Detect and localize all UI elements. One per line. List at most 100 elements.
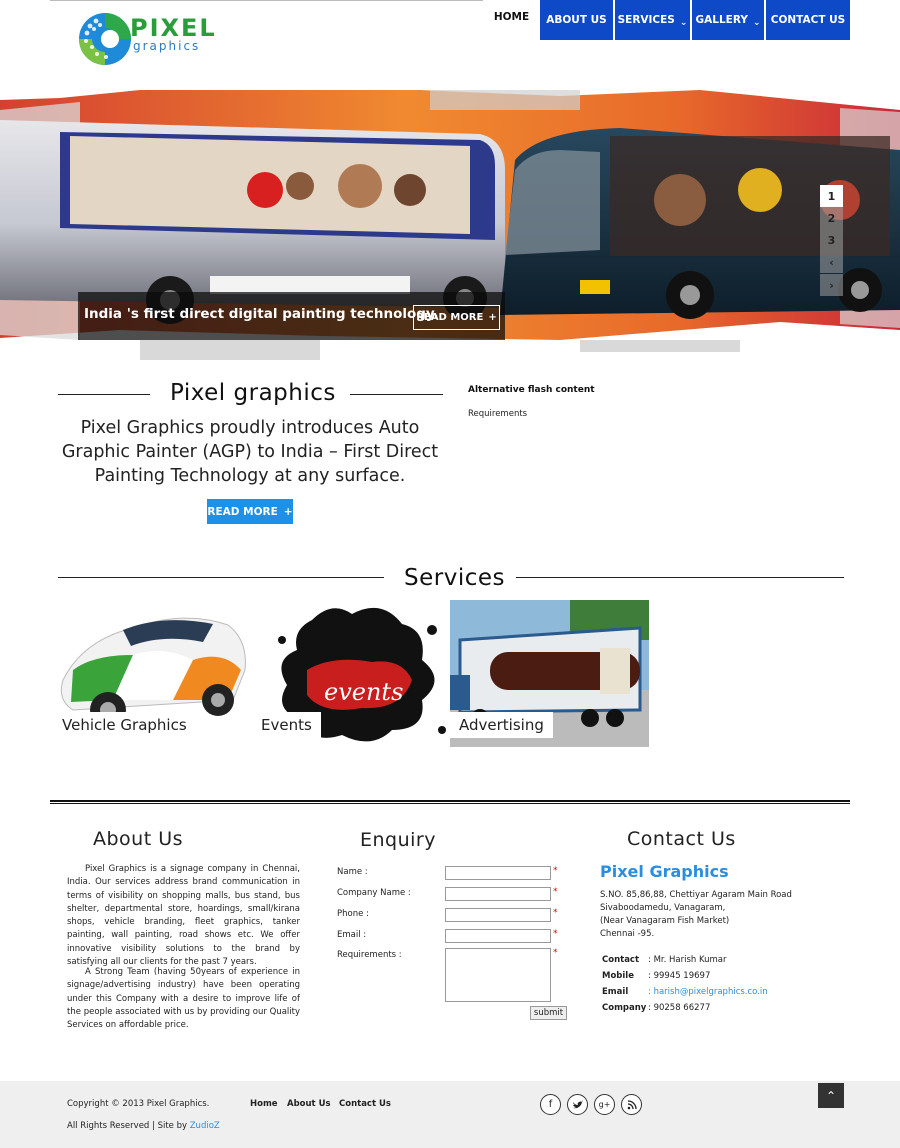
facebook-glyph: f [548,1099,553,1110]
services-title: Services [404,565,505,591]
slider-page-2[interactable]: 2 [820,207,843,229]
nav-services-label: SERVICES [617,14,675,26]
google-plus-glyph: g+ [598,1100,611,1109]
contact-row: Mobile : 99945 19697 [602,971,710,981]
services-rule-left [58,577,384,578]
slider-read-more-button[interactable]: READ MORE + [413,305,500,330]
site-by-link[interactable]: ZudioZ [190,1121,220,1131]
required-mark: * [553,929,558,939]
service-label[interactable]: Vehicle Graphics [53,712,196,738]
twitter-icon[interactable] [567,1094,588,1115]
services-rule-right [516,577,844,578]
contact-key: Contact [602,955,640,965]
chevron-down-icon: ⌄ [752,18,761,28]
slider-caption: India 's first direct digital painting t… [84,306,439,322]
contact-company-name: Pixel Graphics [600,862,729,881]
mobile-value: : 99945 19697 [648,971,711,981]
required-mark: * [553,866,558,876]
email-link[interactable]: : harish@pixelgraphics.co.in [648,987,768,997]
required-mark: * [553,948,558,958]
slider-read-more-label: READ MORE [416,312,484,323]
address-line: Chennai -95. [600,929,655,939]
intro-text: Pixel Graphics proudly introduces Auto G… [61,418,439,486]
phone-field[interactable] [445,908,551,922]
footer-bar [0,1081,900,1148]
required-mark: * [553,887,558,897]
events-image-text: events [324,678,403,706]
contact-row: Contact : Mr. Harish Kumar [602,955,727,965]
nav-home[interactable]: HOME [483,0,540,34]
company-key: Company [602,1003,647,1013]
slider-page-3[interactable]: 3 [820,229,843,251]
contact-row: Email : harish@pixelgraphics.co.in [602,987,768,997]
mobile-key: Mobile [602,971,634,981]
about-title: About Us [93,828,184,850]
about-paragraph: A Strong Team (having 50years of experie… [67,967,300,1031]
slider-page-1[interactable]: 1 [820,185,843,207]
logo-wordmark: PIXEL [130,14,217,42]
address-line: Sivaboodamedu, Vanagaram, [600,903,726,913]
rights-label: All Rights Reserved | Site by [67,1121,190,1131]
address-line: (Near Vanagaram Fish Market) [600,916,730,926]
name-field[interactable] [445,866,551,880]
plus-icon: + [488,312,497,323]
company-name-label: Company Name : [337,888,411,898]
service-label[interactable]: Advertising [450,712,553,738]
nav-services[interactable]: SERVICES ⌄ [615,0,690,40]
address-block: S.NO. 85,86,88, Chettiyar Agaram Main Ro… [600,889,792,941]
logo-subtitle: graphics [133,39,201,53]
company-name-field[interactable] [445,887,551,901]
chevron-left-icon[interactable]: ‹ [820,251,843,273]
intro-read-more-label: READ MORE [207,505,278,518]
required-mark: * [553,908,558,918]
section-divider [50,800,850,804]
twitter-bird-glyph [572,1099,583,1108]
logo-mark-icon [79,13,131,65]
about-paragraph: Pixel Graphics is a signage company in C… [67,864,300,968]
phone-label: Phone : [337,909,369,919]
service-label[interactable]: Events [252,712,321,738]
nav-contact-us[interactable]: CONTACT US [766,0,850,40]
flash-requirements: Requirements [468,409,528,419]
chevron-down-icon: ⌄ [679,18,688,28]
contact-value: : Mr. Harish Kumar [648,955,727,965]
facebook-icon[interactable]: f [540,1094,561,1115]
main-nav: HOME ABOUT US SERVICES ⌄ GALLERY ⌄ CONTACT… [483,0,850,40]
rss-glyph [627,1099,637,1109]
footer-link-home[interactable]: Home [250,1099,278,1109]
contact-row: Company: 90258 66277 [602,1003,710,1013]
slider-pager: 1 2 3 ‹ › [820,185,843,296]
google-plus-icon[interactable]: g+ [594,1094,615,1115]
nav-about-us[interactable]: ABOUT US [540,0,613,40]
nav-about-label: ABOUT US [546,14,607,26]
footer-link-about[interactable]: About Us [287,1099,331,1109]
company-value: : 90258 66277 [648,1003,711,1013]
copyright-text: Copyright © 2013 Pixel Graphics. [67,1099,210,1109]
back-to-top-button[interactable]: ⌃ [818,1083,844,1108]
email-field[interactable] [445,929,551,943]
footer-link-contact[interactable]: Contact Us [339,1099,391,1109]
title-rule-left [58,394,150,395]
address-line: S.NO. 85,86,88, Chettiyar Agaram Main Ro… [600,890,792,900]
intro-read-more-button[interactable]: READ MORE + [207,499,293,524]
chevron-right-icon[interactable]: › [820,274,843,296]
nav-contact-label: CONTACT US [770,14,846,26]
nav-home-label: HOME [493,11,530,23]
flash-alt-title: Alternative flash content [468,385,595,395]
contact-title: Contact Us [627,828,736,850]
plus-icon: + [283,505,293,518]
requirements-label: Requirements : [337,950,402,960]
email-key: Email [602,987,629,997]
chevron-up-icon: ⌃ [825,1088,837,1103]
rss-icon[interactable] [621,1094,642,1115]
rights-text: All Rights Reserved | Site by ZudioZ [67,1121,220,1131]
enquiry-title: Enquiry [360,829,436,851]
title-rule-right [350,394,443,395]
requirements-textarea[interactable] [445,948,551,1002]
intro-title: Pixel graphics [170,380,336,406]
submit-button[interactable]: submit [530,1006,567,1020]
nav-gallery-label: GALLERY [695,14,748,26]
nav-gallery[interactable]: GALLERY ⌄ [692,0,764,40]
email-label: Email : [337,930,367,940]
name-label: Name : [337,867,368,877]
